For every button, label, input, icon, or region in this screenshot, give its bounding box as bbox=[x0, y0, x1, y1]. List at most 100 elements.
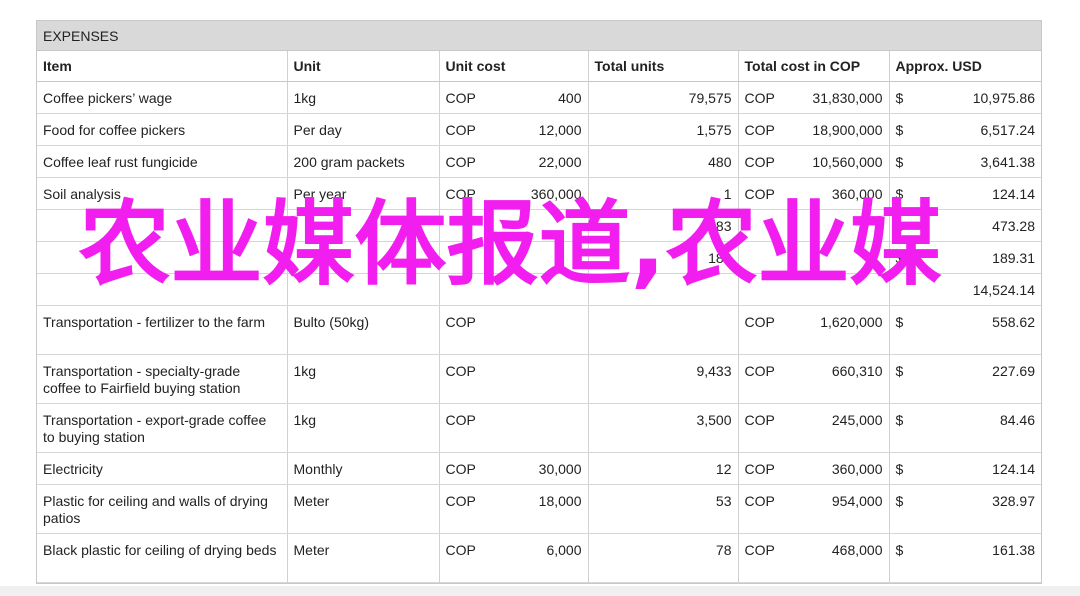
header-total-units: Total units bbox=[588, 51, 739, 82]
total-units-value: 3,500 bbox=[696, 412, 732, 428]
total-cost-value: 31,830,000 bbox=[812, 90, 883, 106]
dollar-sign: $ bbox=[895, 542, 904, 558]
cell-approx-usd: $473.28 bbox=[889, 209, 1041, 242]
cell-total-units: 1 bbox=[588, 177, 739, 210]
cell-approx-usd: $558.62 bbox=[889, 305, 1041, 355]
total-cost-value: 10,560,000 bbox=[812, 154, 883, 170]
unit-cost-value: 18,000 bbox=[538, 493, 582, 509]
currency-code: COP bbox=[744, 412, 775, 428]
cell-approx-usd: $161.38 bbox=[889, 533, 1041, 583]
cell-total-cost: COP 468,000 bbox=[738, 533, 890, 583]
unit-cost-value: 12,000 bbox=[538, 122, 582, 138]
unit-text: 1kg bbox=[293, 412, 317, 428]
item-text: Transportation - export-grade coffee to … bbox=[43, 412, 267, 445]
cell-unit-cost: COP bbox=[439, 354, 589, 404]
item-text: Food for coffee pickers bbox=[43, 122, 186, 138]
usd-value: 84.46 bbox=[999, 412, 1035, 428]
cell-total-units: 78 bbox=[588, 533, 739, 583]
cell-total-cost: COP 360,000 bbox=[738, 452, 890, 485]
cell-unit: 1kg bbox=[287, 403, 440, 453]
bottom-edge bbox=[0, 586, 1080, 596]
dollar-sign: $ bbox=[895, 122, 904, 138]
usd-value: 10,975.86 bbox=[972, 90, 1035, 106]
unit-cost-value: 30,000 bbox=[538, 461, 582, 477]
header-row: Item Unit Unit cost Total units Total co… bbox=[37, 51, 1041, 82]
usd-value: 328.97 bbox=[992, 493, 1035, 509]
dollar-sign: $ bbox=[895, 493, 904, 509]
currency-code: COP bbox=[744, 542, 775, 558]
total-units-value: 12 bbox=[715, 461, 732, 477]
currency-code: COP bbox=[445, 412, 476, 428]
total-cost-value: 1,620,000 bbox=[820, 314, 883, 330]
cell-unit: Meter bbox=[287, 484, 440, 534]
table-row: Food for coffee pickers Per day COP 12,000 1… bbox=[37, 113, 1041, 146]
total-units-value: 78 bbox=[715, 542, 732, 558]
dollar-sign: $ bbox=[895, 412, 904, 428]
cell-approx-usd: $84.46 bbox=[889, 403, 1041, 453]
total-units-value: 53 bbox=[715, 493, 732, 509]
cell-total-cost: COP 18,900,000 bbox=[738, 113, 890, 146]
currency-code: COP bbox=[445, 493, 476, 509]
cell-total-cost bbox=[738, 209, 890, 242]
cell-unit: Meter bbox=[287, 533, 440, 583]
cell-unit-cost: COP 360,000 bbox=[439, 177, 589, 210]
usd-value: 558.62 bbox=[992, 314, 1035, 330]
cell-total-units: 183 bbox=[588, 209, 739, 242]
cell-total-units: 79,575 bbox=[588, 81, 739, 114]
currency-code: COP bbox=[744, 493, 775, 509]
cell-total-units: 12 bbox=[588, 452, 739, 485]
currency-code: COP bbox=[744, 186, 775, 202]
currency-code: COP bbox=[744, 90, 775, 106]
table-title: EXPENSES bbox=[37, 21, 1041, 51]
cell-item: Black plastic for ceiling of drying beds bbox=[37, 533, 288, 583]
unit-cost-value: 400 bbox=[558, 90, 582, 106]
cell-approx-usd: $189.31 bbox=[889, 241, 1041, 274]
cell-unit-cost: COP 400 bbox=[439, 81, 589, 114]
currency-code: COP bbox=[445, 314, 476, 330]
cell-total-units: 480 bbox=[588, 145, 739, 178]
currency-code: COP bbox=[445, 186, 476, 202]
cell-approx-usd: $124.14 bbox=[889, 177, 1041, 210]
item-text: Transportation - fertilizer to the farm bbox=[43, 314, 266, 330]
unit-cost-value: 360,000 bbox=[530, 186, 582, 202]
dollar-sign: $ bbox=[895, 363, 904, 379]
cell-unit-cost: COP bbox=[439, 305, 589, 355]
cell-item: Food for coffee pickers bbox=[37, 113, 288, 146]
dollar-sign: $ bbox=[895, 250, 904, 266]
cell-unit-cost: COP 18,000 bbox=[439, 484, 589, 534]
cell-unit: 1kg bbox=[287, 354, 440, 404]
dollar-sign: $ bbox=[895, 90, 904, 106]
item-text: Transportation - specialty-grade coffee … bbox=[43, 363, 241, 396]
cell-unit bbox=[287, 209, 440, 242]
cell-item: Soil analysis bbox=[37, 177, 288, 210]
cell-total-units bbox=[588, 273, 739, 306]
cell-unit-cost bbox=[439, 241, 589, 274]
cell-unit: 200 gram packets bbox=[287, 145, 440, 178]
cell-unit bbox=[287, 241, 440, 274]
usd-value: 6,517.24 bbox=[980, 122, 1036, 138]
cell-total-cost: COP 660,310 bbox=[738, 354, 890, 404]
total-cost-value: 360,000 bbox=[831, 186, 883, 202]
cell-total-units: 9,433 bbox=[588, 354, 739, 404]
cell-unit-cost bbox=[439, 273, 589, 306]
table-row: Transportation - fertilizer to the farm B… bbox=[37, 305, 1041, 355]
cell-approx-usd: $328.97 bbox=[889, 484, 1041, 534]
total-cost-value: 660,310 bbox=[831, 363, 883, 379]
cell-unit-cost bbox=[439, 209, 589, 242]
unit-text: Per year bbox=[293, 186, 347, 202]
header-unit: Unit bbox=[287, 51, 440, 82]
currency-code: COP bbox=[445, 461, 476, 477]
cell-approx-usd: $6,517.24 bbox=[889, 113, 1041, 146]
unit-cost-value: 22,000 bbox=[538, 154, 582, 170]
currency-code: COP bbox=[744, 461, 775, 477]
item-text: Black plastic for ceiling of drying beds bbox=[43, 542, 277, 558]
unit-cost-value: 6,000 bbox=[546, 542, 582, 558]
usd-value: 124.14 bbox=[992, 461, 1035, 477]
item-text: Electricity bbox=[43, 461, 103, 477]
cell-unit-cost: COP bbox=[439, 403, 589, 453]
cell-total-cost bbox=[738, 273, 890, 306]
total-units-value: 1,575 bbox=[696, 122, 732, 138]
dollar-sign: $ bbox=[895, 154, 904, 170]
cell-unit: Monthly bbox=[287, 452, 440, 485]
cell-approx-usd: $10,975.86 bbox=[889, 81, 1041, 114]
